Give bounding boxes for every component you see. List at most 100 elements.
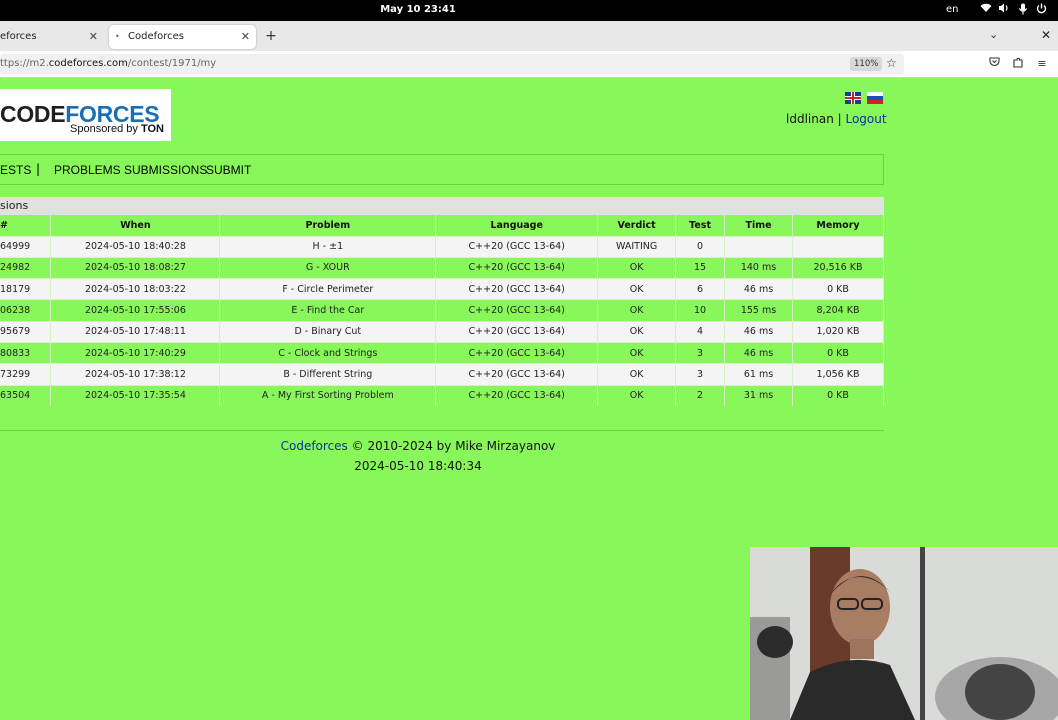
russian-flag-icon[interactable] — [867, 92, 883, 104]
english-flag-icon[interactable] — [845, 92, 861, 104]
user-handle[interactable]: lddlinan — [786, 112, 834, 126]
problem-link[interactable]: F - Circle Perimeter — [219, 278, 437, 300]
menu-item-contests[interactable]: ESTS — [0, 163, 31, 177]
wifi-icon[interactable] — [979, 3, 993, 17]
cell-language: C++20 (GCC 13-64) — [435, 320, 599, 343]
problem-link[interactable]: A - My First Sorting Problem — [219, 384, 437, 407]
table-row: 24982 2024-05-10 18:08:27 G - XOUR C++20… — [0, 256, 884, 279]
cell-time: 140 ms — [724, 256, 793, 279]
problem-link[interactable]: B - Different String — [219, 363, 437, 386]
submission-id-link[interactable]: 95679 — [0, 320, 52, 343]
cell-memory: 8,204 KB — [792, 299, 884, 322]
tab-favicon-icon: • — [115, 32, 120, 41]
cell-when: 2024-05-10 17:40:29 — [50, 341, 221, 364]
footer-server-time: 2024-05-10 18:40:34 — [354, 459, 482, 473]
menu-item-submissions[interactable]: SUBMISSIONS — [124, 163, 207, 177]
submission-id-link[interactable]: 80833 — [0, 341, 52, 364]
submissions-panel: sions # When Problem Language Verdict Te… — [0, 197, 884, 407]
cell-language: C++20 (GCC 13-64) — [435, 341, 599, 364]
pocket-icon[interactable] — [987, 57, 1001, 71]
webcam-overlay — [750, 547, 1058, 720]
col-header: Problem — [219, 215, 437, 236]
col-header: Test — [675, 215, 726, 236]
cell-test: 3 — [675, 363, 726, 386]
col-header: Time — [724, 215, 793, 236]
clock[interactable]: May 10 23:41 — [0, 4, 836, 15]
submission-id-link[interactable]: 18179 — [0, 278, 52, 300]
cell-memory — [792, 235, 884, 258]
footer-copyright-line: Codeforces © 2010-2024 by Mike Mirzayano… — [0, 436, 836, 456]
cell-verdict: OK — [597, 278, 677, 300]
cell-verdict: OK — [597, 299, 677, 322]
problem-link[interactable]: E - Find the Car — [219, 299, 437, 322]
footer-copyright: © 2010-2024 by Mike Mirzayanov — [347, 439, 556, 453]
cell-memory: 0 KB — [792, 341, 884, 364]
col-header: # — [0, 215, 52, 236]
cell-when: 2024-05-10 17:55:06 — [50, 299, 221, 322]
cell-test: 3 — [675, 341, 726, 364]
cell-test: 4 — [675, 320, 726, 343]
tab-title: Codeforces — [128, 31, 184, 42]
keyboard-language[interactable]: en — [946, 4, 959, 15]
cell-language: C++20 (GCC 13-64) — [435, 235, 599, 258]
cell-time: 46 ms — [724, 341, 793, 364]
browser-nav-bar: ttps://m2.codeforces.com/contest/1971/my… — [0, 51, 1058, 78]
codeforces-logo[interactable]: CODEFORCES Sponsored by TON — [0, 89, 171, 141]
submission-id-link[interactable]: 24982 — [0, 256, 52, 279]
submissions-caption: sions — [0, 197, 884, 215]
chevron-down-icon[interactable]: ⌄ — [989, 28, 998, 41]
cell-time: 155 ms — [724, 299, 793, 322]
table-header-row: # When Problem Language Verdict Test Tim… — [0, 215, 884, 236]
submission-id-link[interactable]: 63504 — [0, 384, 52, 407]
menu-separator: | — [36, 162, 41, 176]
window-close-icon[interactable]: ✕ — [1041, 28, 1051, 42]
power-icon[interactable] — [1034, 3, 1048, 17]
close-icon[interactable]: ✕ — [241, 25, 250, 49]
cell-test: 2 — [675, 384, 726, 407]
col-header: Verdict — [597, 215, 677, 236]
cell-memory: 1,020 KB — [792, 320, 884, 343]
table-row: 73299 2024-05-10 17:38:12 B - Different … — [0, 363, 884, 386]
page-footer: Codeforces © 2010-2024 by Mike Mirzayano… — [0, 436, 836, 476]
cell-verdict: OK — [597, 363, 677, 386]
codeforces-footer-link[interactable]: Codeforces — [281, 439, 348, 453]
logout-link[interactable]: Logout — [845, 112, 886, 126]
problem-link[interactable]: D - Binary Cut — [219, 320, 437, 343]
cell-when: 2024-05-10 18:40:28 — [50, 235, 221, 258]
submission-id-link[interactable]: 06238 — [0, 299, 52, 322]
close-icon[interactable]: ✕ — [89, 25, 98, 49]
submission-id-link[interactable]: 64999 — [0, 235, 52, 258]
problem-link[interactable]: C - Clock and Strings — [219, 341, 437, 364]
cell-verdict: OK — [597, 341, 677, 364]
url-bar[interactable]: ttps://m2.codeforces.com/contest/1971/my… — [0, 54, 904, 74]
browser-tab-inactive[interactable]: eforces ✕ — [0, 25, 104, 49]
cell-language: C++20 (GCC 13-64) — [435, 299, 599, 322]
cell-memory: 0 KB — [792, 384, 884, 407]
table-row: 80833 2024-05-10 17:40:29 C - Clock and … — [0, 341, 884, 364]
menu-item-submit[interactable]: SUBMIT — [206, 163, 251, 177]
problem-link[interactable]: H - ±1 — [219, 235, 437, 258]
problem-link[interactable]: G - XOUR — [219, 256, 437, 279]
zoom-level-badge[interactable]: 110% — [850, 57, 883, 71]
menu-hamburger-icon[interactable]: ≡ — [1035, 57, 1049, 71]
menu-item-problems[interactable]: PROBLEMS — [54, 163, 121, 177]
table-row: 18179 2024-05-10 18:03:22 F - Circle Per… — [0, 278, 884, 300]
user-info: lddlinan | Logout — [786, 112, 887, 126]
cell-language: C++20 (GCC 13-64) — [435, 256, 599, 279]
col-header: When — [50, 215, 221, 236]
volume-icon[interactable] — [997, 3, 1011, 17]
microphone-icon[interactable] — [1016, 3, 1030, 17]
col-header: Memory — [792, 215, 884, 236]
submission-id-link[interactable]: 73299 — [0, 363, 52, 386]
cell-time: 61 ms — [724, 363, 793, 386]
bookmark-star-icon[interactable]: ☆ — [886, 56, 897, 70]
table-row: 06238 2024-05-10 17:55:06 E - Find the C… — [0, 299, 884, 322]
cell-verdict: OK — [597, 256, 677, 279]
cell-language: C++20 (GCC 13-64) — [435, 363, 599, 386]
extensions-icon[interactable] — [1011, 57, 1025, 71]
cell-when: 2024-05-10 17:38:12 — [50, 363, 221, 386]
cell-test: 0 — [675, 235, 726, 258]
new-tab-button[interactable]: + — [262, 26, 280, 46]
browser-tab-active[interactable]: • Codeforces ✕ — [109, 25, 256, 49]
url-text[interactable]: ttps://m2.codeforces.com/contest/1971/my — [0, 58, 216, 69]
